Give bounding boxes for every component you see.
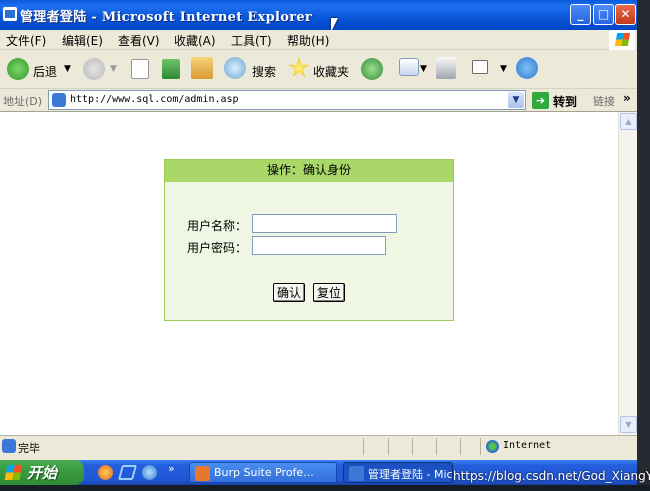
forward-arrow-icon[interactable] — [83, 58, 105, 80]
stop-icon[interactable] — [131, 59, 149, 79]
scroll-down-icon[interactable]: ▼ — [620, 416, 637, 433]
password-input[interactable] — [252, 236, 386, 255]
forward-dropdown-icon[interactable]: ▼ — [110, 64, 117, 74]
address-label: 地址(D) — [3, 95, 43, 108]
mail-dropdown-icon[interactable]: ▼ — [420, 64, 427, 74]
quicklaunch-app-icon[interactable] — [117, 465, 138, 480]
go-button[interactable]: 转到 — [553, 93, 577, 110]
chrome-icon[interactable] — [98, 465, 113, 480]
page-icon — [52, 93, 66, 107]
address-url[interactable]: http://www.sql.com/admin.asp — [70, 94, 239, 105]
status-divider — [480, 438, 481, 455]
task-label: Burp Suite Profe... — [214, 466, 314, 479]
menu-favorites[interactable]: 收藏(A) — [174, 32, 216, 49]
ie-task-icon — [349, 466, 364, 481]
task-burp-suite[interactable]: Burp Suite Profe... — [189, 462, 337, 483]
task-label: 管理者登陆 - Mic... — [368, 468, 453, 481]
home-icon[interactable] — [191, 57, 213, 79]
status-divider — [363, 438, 364, 455]
task-ie-admin-login[interactable]: 管理者登陆 - Mic... — [343, 462, 453, 483]
back-arrow-icon[interactable] — [7, 58, 29, 80]
back-dropdown-icon[interactable]: ▼ — [64, 64, 71, 74]
menu-view[interactable]: 查看(V) — [118, 32, 160, 49]
username-label: 用户名称： — [187, 219, 248, 233]
maximize-button[interactable]: □ — [593, 4, 614, 25]
standard-toolbar: 后退 ▼ ▼ 搜索 收藏夹 ▼ ▼ — [0, 51, 637, 89]
go-arrow-icon[interactable]: ➔ — [532, 92, 549, 109]
edit-icon[interactable] — [472, 60, 488, 74]
status-text: 完毕 — [18, 442, 40, 455]
ie-page-icon — [3, 7, 17, 21]
password-label: 用户密码： — [187, 241, 248, 255]
windows-logo-icon — [609, 30, 635, 50]
history-icon[interactable] — [361, 58, 383, 80]
quicklaunch-more-icon[interactable]: » — [168, 462, 175, 475]
address-dropdown-icon[interactable]: ▼ — [508, 92, 524, 108]
status-divider — [436, 438, 437, 455]
ie-quicklaunch-icon[interactable] — [142, 465, 157, 480]
panel-title: 操作：确认身份 — [165, 160, 453, 182]
start-label: 开始 — [27, 464, 58, 482]
status-bar: 完毕 Internet — [0, 435, 637, 457]
status-divider — [412, 438, 413, 455]
status-divider — [460, 438, 461, 455]
page-content: 操作：确认身份 用户名称： 用户密码： 确认 复位 — [0, 112, 618, 435]
mail-icon[interactable] — [399, 58, 419, 76]
favorites-star-icon[interactable] — [288, 57, 310, 78]
address-bar: 地址(D) http://www.sql.com/admin.asp ▼ ➔ 转… — [0, 89, 637, 112]
menu-help[interactable]: 帮助(H) — [287, 32, 329, 49]
search-icon[interactable] — [224, 57, 246, 79]
done-page-icon — [2, 439, 16, 453]
close-button[interactable]: ✕ — [615, 4, 636, 25]
links-chevron-icon[interactable]: » — [623, 91, 631, 105]
bottom-strip — [0, 485, 650, 491]
links-label[interactable]: 链接 — [593, 93, 615, 109]
reset-button[interactable]: 复位 — [313, 283, 345, 302]
menu-edit[interactable]: 编辑(E) — [62, 32, 103, 49]
login-panel: 操作：确认身份 用户名称： 用户密码： 确认 复位 — [164, 159, 454, 321]
start-button[interactable]: 开始 — [0, 460, 84, 485]
back-label[interactable]: 后退 — [33, 63, 57, 80]
refresh-icon[interactable] — [162, 59, 180, 79]
menu-bar: 文件(F) 编辑(E) 查看(V) 收藏(A) 工具(T) 帮助(H) — [0, 30, 637, 50]
status-divider — [388, 438, 389, 455]
zone-text: Internet — [503, 440, 552, 451]
minimize-button[interactable]: _ — [570, 4, 591, 25]
address-input[interactable]: http://www.sql.com/admin.asp ▼ — [48, 90, 526, 110]
burp-icon — [195, 466, 210, 481]
favorites-label[interactable]: 收藏夹 — [313, 63, 349, 80]
title-bar[interactable]: 管理者登陆 - Microsoft Internet Explorer _ □ … — [0, 0, 637, 32]
window-title: 管理者登陆 - Microsoft Internet Explorer — [20, 10, 313, 25]
print-icon[interactable] — [436, 57, 456, 79]
vertical-scrollbar[interactable]: ▲ ▼ — [618, 112, 637, 435]
edit-dropdown-icon[interactable]: ▼ — [500, 64, 507, 74]
desktop-edge — [637, 0, 650, 491]
watermark-text: https://blog.csdn.net/God_XiangYu — [453, 469, 650, 483]
confirm-button[interactable]: 确认 — [273, 283, 305, 302]
internet-globe-icon — [486, 440, 499, 453]
ie-window: 管理者登陆 - Microsoft Internet Explorer _ □ … — [0, 0, 637, 460]
username-input[interactable] — [252, 214, 397, 233]
menu-tools[interactable]: 工具(T) — [231, 32, 272, 49]
scroll-up-icon[interactable]: ▲ — [620, 113, 637, 130]
search-label[interactable]: 搜索 — [252, 63, 276, 80]
messenger-icon[interactable] — [516, 57, 538, 79]
menu-file[interactable]: 文件(F) — [6, 32, 46, 49]
windows-flag-icon — [4, 465, 23, 480]
